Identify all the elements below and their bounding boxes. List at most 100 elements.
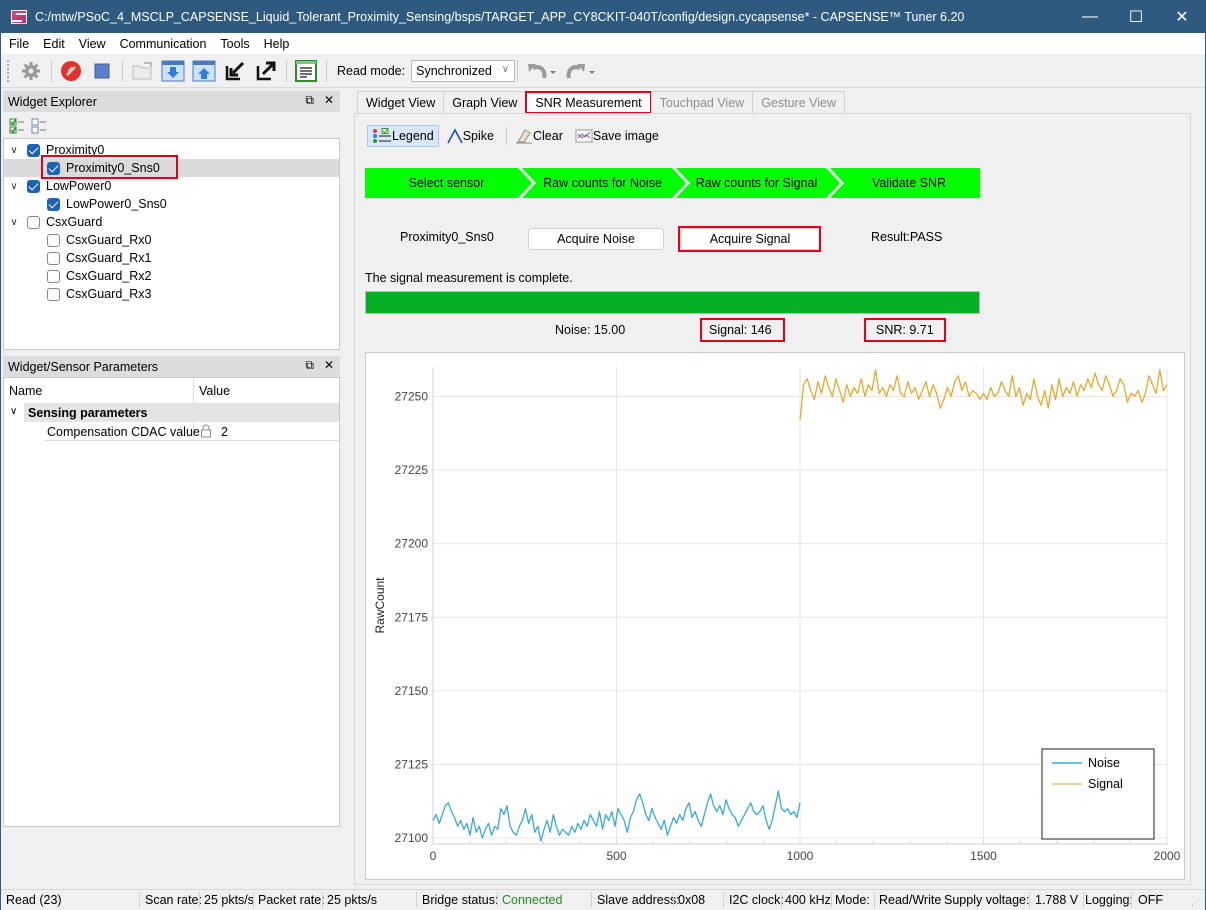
read-count: Read (23) [6, 893, 62, 907]
lock-icon [199, 424, 213, 441]
close-button[interactable]: ✕ [1159, 1, 1205, 33]
tree-checkbox[interactable] [27, 215, 40, 229]
spike-label: Spike [462, 129, 494, 143]
y-tick-label: 27250 [395, 389, 429, 403]
acquire-noise-button[interactable]: Acquire Noise [528, 228, 664, 250]
group-label: Sensing parameters [28, 406, 148, 420]
save-image-icon [575, 129, 593, 143]
x-tick-label: 0 [430, 849, 437, 863]
column-header-value[interactable]: Value [199, 384, 230, 398]
redo-button[interactable] [563, 58, 597, 84]
tab-widget-view[interactable]: Widget View [357, 91, 445, 113]
download-icon[interactable] [160, 58, 186, 84]
tree-checkbox[interactable] [47, 197, 60, 211]
tree-checkbox[interactable] [47, 161, 60, 175]
resize-grip-icon[interactable]: ⋰ [1191, 897, 1200, 908]
acquire-signal-button[interactable]: Acquire Signal [680, 228, 820, 250]
x-tick-label: 1000 [787, 849, 814, 863]
maximize-button[interactable]: ☐ [1113, 1, 1159, 33]
y-tick-label: 27200 [395, 537, 429, 551]
tab-graph-view[interactable]: Graph View [443, 91, 527, 113]
scan-rate-label: Scan rate: [145, 893, 202, 907]
toolbar-separator [517, 60, 519, 82]
menu-bar: File Edit View Communication Tools Help [1, 33, 1205, 54]
result-label: Result:PASS [871, 230, 943, 244]
param-row[interactable]: Compensation CDAC value 2 [44, 422, 339, 441]
float-panel-icon[interactable]: ⧉ [305, 93, 314, 108]
y-tick-label: 27100 [395, 831, 429, 845]
params-table: Name Value ∨ Sensing parameters Compensa… [3, 377, 340, 827]
read-mode-select[interactable]: Synchronized ∨ [411, 60, 516, 82]
tree-item-csxguard-rx0[interactable]: CsxGuard_Rx0 [4, 231, 339, 249]
measurement-progress-bar [365, 291, 980, 314]
tab-snr-measurement[interactable]: SNR Measurement [525, 91, 652, 114]
upload-icon[interactable] [191, 58, 217, 84]
tree-item-proximity0[interactable]: ∨ Proximity0 [4, 141, 339, 159]
tree-item-csxguard-rx1[interactable]: CsxGuard_Rx1 [4, 249, 339, 267]
open-folder-icon[interactable] [129, 58, 155, 84]
bridge-status-label: Bridge status: [422, 893, 499, 907]
clear-button[interactable]: Clear [511, 125, 567, 147]
tree-checkbox[interactable] [27, 143, 40, 157]
legend-toggle[interactable]: Legend [367, 125, 439, 147]
minimize-button[interactable]: — [1067, 1, 1113, 33]
chevron-down-icon[interactable]: ∨ [8, 181, 20, 192]
params-title: Widget/Sensor Parameters [8, 359, 159, 374]
undo-button[interactable] [524, 58, 558, 84]
menu-help[interactable]: Help [256, 37, 296, 51]
tree-item-csxguard-rx3[interactable]: CsxGuard_Rx3 [4, 285, 339, 303]
spike-toggle[interactable]: Spike [443, 125, 498, 147]
title-bar: C:/mtw/PSoC_4_MSCLP_CAPSENSE_Liquid_Tole… [1, 1, 1205, 33]
disconnect-icon[interactable] [58, 58, 84, 84]
column-header-name[interactable]: Name [9, 384, 42, 398]
chart-legend[interactable]: Noise Signal [1041, 748, 1155, 840]
menu-view[interactable]: View [71, 37, 112, 51]
params-table-header: Name Value [4, 378, 339, 403]
packet-rate-value: 25 pkts/s [327, 893, 378, 907]
group-row-sensing-parameters[interactable]: ∨ Sensing parameters [4, 403, 339, 422]
toolbar-separator [326, 60, 327, 82]
chevron-down-icon: ∨ [501, 64, 510, 75]
import-icon[interactable] [222, 58, 248, 84]
app-window: C:/mtw/PSoC_4_MSCLP_CAPSENSE_Liquid_Tole… [0, 0, 1206, 910]
menu-edit[interactable]: Edit [35, 37, 71, 51]
menu-communication[interactable]: Communication [112, 37, 213, 51]
tree-item-csxguard-rx2[interactable]: CsxGuard_Rx2 [4, 267, 339, 285]
tree-item-proximity0-sns0[interactable]: Proximity0_Sns0 [4, 159, 339, 177]
mode-value: Read/Write [879, 893, 942, 907]
tree-item-csxguard[interactable]: ∨ CsxGuard [4, 213, 339, 231]
tree-checkbox[interactable] [47, 251, 60, 265]
chevron-down-icon[interactable]: ∨ [10, 406, 17, 417]
log-icon[interactable] [293, 58, 319, 84]
tree-checkbox[interactable] [27, 179, 40, 193]
chevron-down-icon[interactable]: ∨ [8, 145, 20, 156]
check-all-icon[interactable] [9, 118, 25, 134]
save-image-button[interactable]: Save image [571, 125, 663, 147]
stop-icon[interactable] [89, 58, 115, 84]
clear-label: Clear [533, 129, 563, 143]
close-panel-icon[interactable]: ✕ [324, 358, 334, 373]
step-label: Raw counts for Signal [695, 176, 818, 190]
gear-icon[interactable] [18, 58, 44, 84]
tree-checkbox[interactable] [47, 269, 60, 283]
save-image-label: Save image [592, 129, 659, 143]
i2c-clock-label: I2C clock: [729, 893, 784, 907]
menu-tools[interactable]: Tools [212, 37, 255, 51]
legend-label: Legend [392, 129, 434, 143]
float-panel-icon[interactable]: ⧉ [305, 358, 314, 373]
close-panel-icon[interactable]: ✕ [324, 93, 334, 108]
legend-label-noise: Noise [1088, 756, 1120, 770]
export-icon[interactable] [253, 58, 279, 84]
uncheck-all-icon[interactable] [31, 118, 47, 134]
i2c-clock-value: 400 kHz [785, 893, 831, 907]
param-value[interactable]: 2 [221, 425, 228, 439]
status-message: The signal measurement is complete. [365, 271, 573, 285]
tree-item-lowpower0-sns0[interactable]: LowPower0_Sns0 [4, 195, 339, 213]
chevron-down-icon[interactable]: ∨ [8, 217, 20, 228]
tree-item-lowpower0[interactable]: ∨ LowPower0 [4, 177, 339, 195]
menu-file[interactable]: File [1, 37, 35, 51]
x-tick-label: 2000 [1154, 849, 1181, 863]
toolbar-grip[interactable] [7, 60, 10, 82]
tree-checkbox[interactable] [47, 233, 60, 247]
tree-checkbox[interactable] [47, 287, 60, 301]
